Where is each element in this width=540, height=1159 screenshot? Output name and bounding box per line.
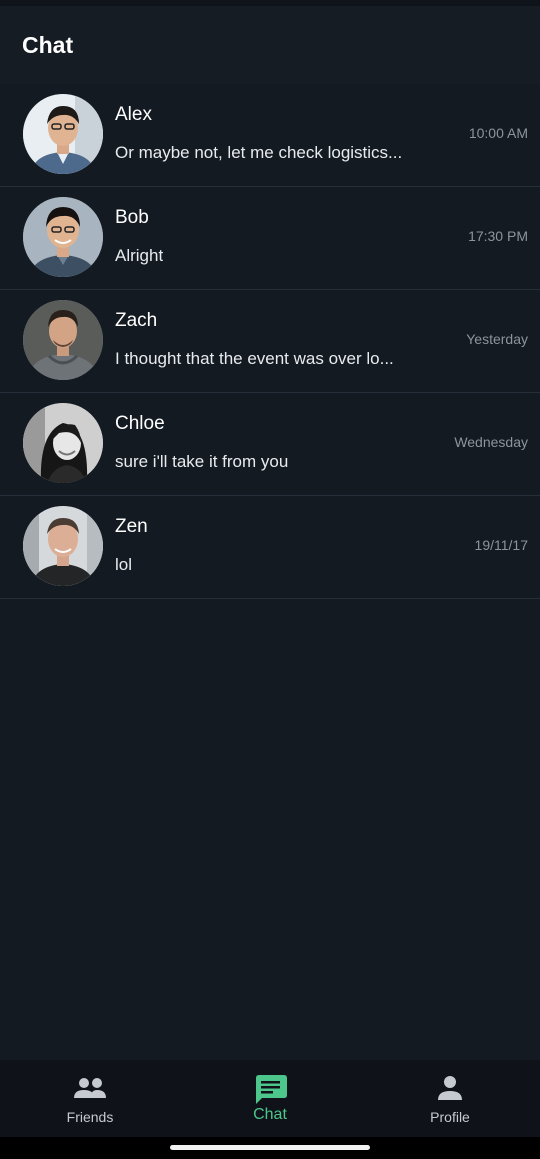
contact-name: Zach — [115, 310, 158, 331]
contact-name: Chloe — [115, 413, 165, 434]
chat-row-chloe[interactable]: Chloe sure i'll take it from you Wednesd… — [0, 393, 540, 496]
nav-label-friends: Friends — [66, 1109, 114, 1125]
contact-name: Zen — [115, 516, 148, 537]
contact-name: Bob — [115, 207, 149, 228]
message-time: 19/11/17 — [474, 537, 528, 553]
message-time: 17:30 PM — [468, 228, 528, 244]
last-message: I thought that the event was over lo... — [115, 349, 394, 368]
nav-label-profile: Profile — [430, 1109, 470, 1125]
page-title: Chat — [22, 32, 74, 58]
person-icon — [438, 1076, 462, 1100]
message-time: 10:00 AM — [468, 125, 528, 141]
app-header: Chat — [0, 6, 540, 84]
avatar — [23, 94, 103, 174]
avatar — [23, 197, 103, 277]
nav-item-friends[interactable]: Friends — [0, 1060, 180, 1137]
chat-bubble-icon — [256, 1075, 287, 1104]
nav-item-chat[interactable]: Chat — [180, 1060, 360, 1137]
nav-label-chat: Chat — [253, 1106, 287, 1123]
avatar — [23, 506, 103, 586]
avatar — [23, 300, 103, 380]
last-message: sure i'll take it from you — [115, 452, 289, 471]
bottom-navigation: Friends Chat Profile — [0, 1060, 540, 1137]
nav-item-profile[interactable]: Profile — [360, 1060, 540, 1137]
message-time: Wednesday — [454, 434, 528, 450]
home-indicator[interactable] — [170, 1145, 370, 1150]
chat-row-zach[interactable]: Zach I thought that the event was over l… — [0, 290, 540, 393]
chat-row-zen[interactable]: Zen lol 19/11/17 — [0, 496, 540, 599]
chat-list: Alex Or maybe not, let me check logistic… — [0, 84, 540, 599]
system-gesture-area — [0, 1137, 540, 1159]
last-message: Or maybe not, let me check logistics... — [115, 143, 403, 162]
last-message: lol — [115, 555, 133, 574]
people-icon — [74, 1078, 106, 1098]
message-time: Yesterday — [466, 331, 528, 347]
last-message: Alright — [115, 246, 164, 265]
chat-row-alex[interactable]: Alex Or maybe not, let me check logistic… — [0, 84, 540, 187]
chat-row-bob[interactable]: Bob Alright 17:30 PM — [0, 187, 540, 290]
avatar — [23, 403, 103, 483]
contact-name: Alex — [115, 104, 152, 125]
